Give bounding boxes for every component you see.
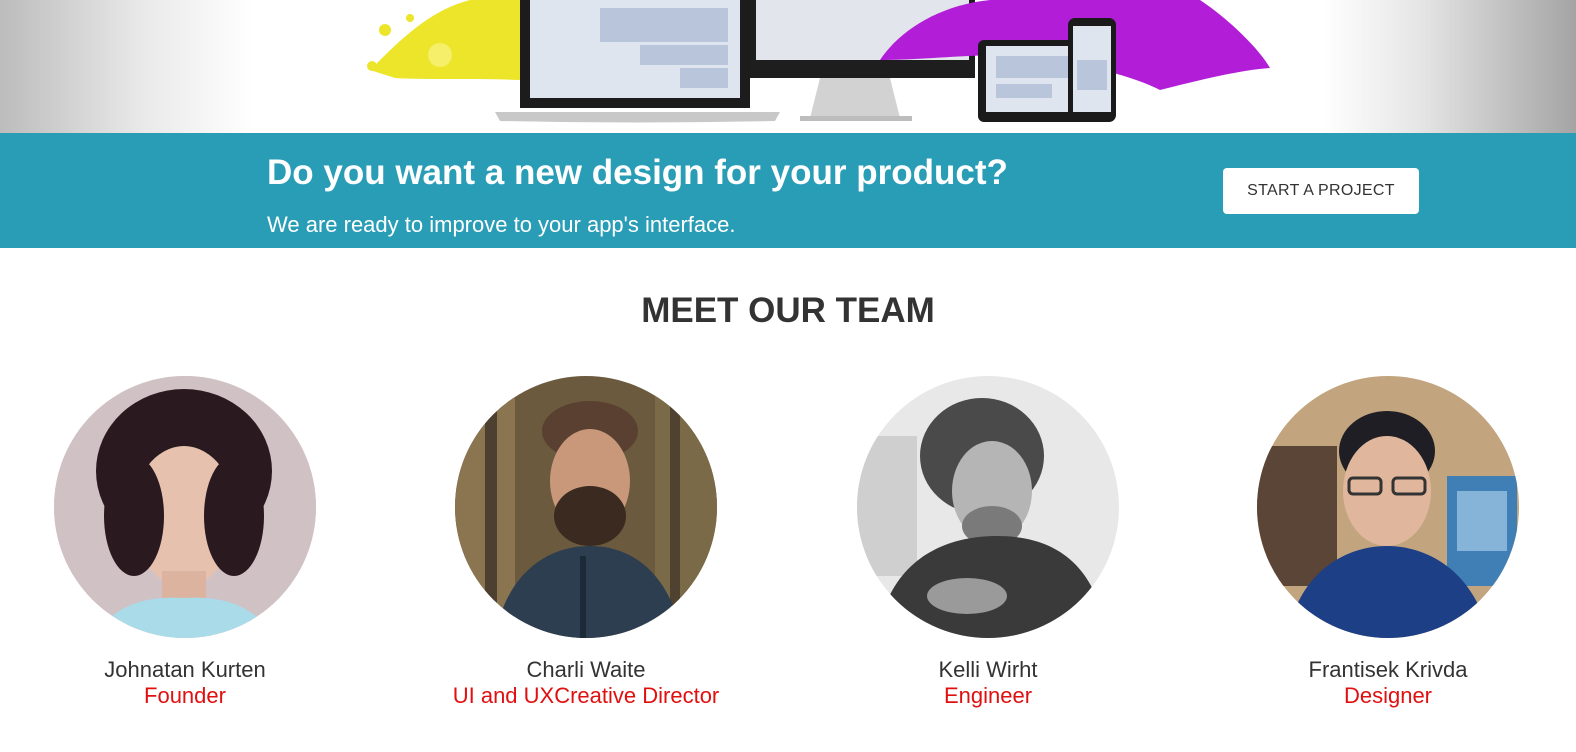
- cta-banner: Do you want a new design for your produc…: [0, 133, 1576, 248]
- member-name: Johnatan Kurten: [104, 657, 266, 682]
- team-heading: MEET OUR TEAM: [641, 291, 935, 330]
- avatar: [857, 376, 1119, 638]
- avatar: [1257, 376, 1519, 638]
- member-role: Designer: [1343, 683, 1433, 708]
- member-name: Frantisek Krivda: [1308, 657, 1468, 682]
- devices-splash-illustration: [367, 0, 1270, 123]
- team-member-card: Kelli Wirht Engineer: [838, 376, 1138, 709]
- team-member-card: Charli Waite UI and UXCreative Director: [436, 376, 736, 709]
- cta-subtitle: We are ready to improve to your app's in…: [267, 212, 736, 237]
- member-photo: [857, 376, 1119, 638]
- member-name: Charli Waite: [526, 657, 646, 682]
- start-project-button[interactable]: START A PROJECT: [1223, 168, 1419, 214]
- member-role: UI and UXCreative Director: [452, 683, 720, 708]
- member-photo: [54, 376, 316, 638]
- member-role: Engineer: [943, 683, 1033, 708]
- member-photo: [455, 376, 717, 638]
- member-role: Founder: [144, 683, 226, 708]
- member-photo: [1257, 376, 1519, 638]
- cta-title: Do you want a new design for your produc…: [267, 153, 1008, 192]
- avatar: [54, 376, 316, 638]
- hero-banner: [0, 0, 1576, 133]
- team-member-card: Johnatan Kurten Founder: [35, 376, 335, 709]
- team-member-card: Frantisek Krivda Designer: [1238, 376, 1538, 709]
- avatar: [455, 376, 717, 638]
- member-name: Kelli Wirht: [938, 657, 1038, 682]
